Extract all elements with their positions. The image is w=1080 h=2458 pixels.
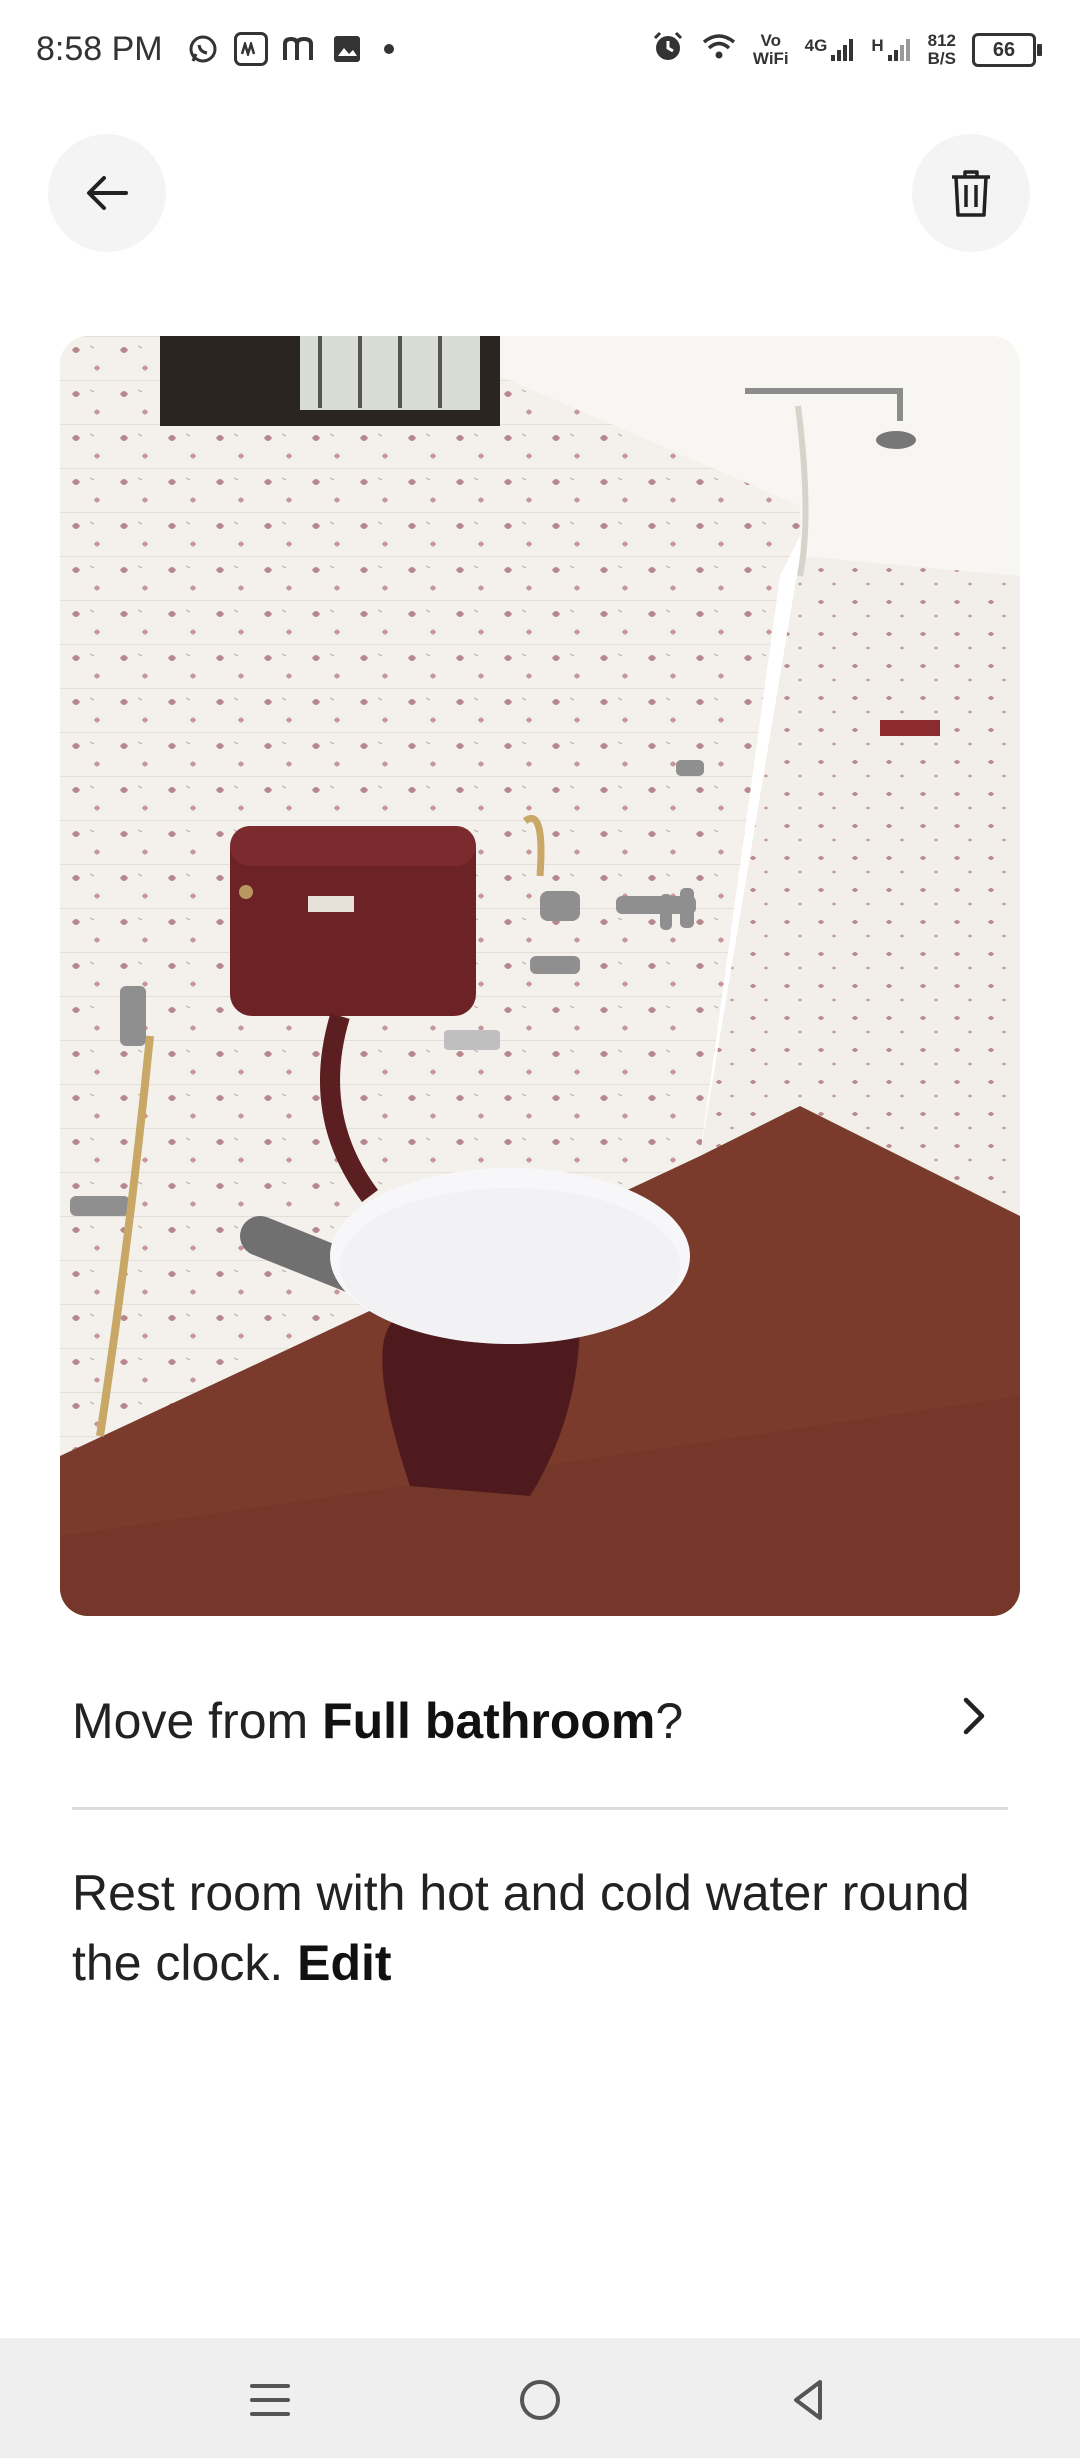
m-icon — [282, 32, 316, 66]
bathroom-image — [60, 336, 1020, 1616]
h-label: H — [871, 35, 884, 55]
signal-bars-icon — [831, 38, 854, 61]
home-button[interactable] — [500, 2360, 580, 2440]
vowifi-top: Vo — [760, 30, 782, 50]
status-time: 8:58 PM — [36, 30, 163, 68]
move-room-text: Move from Full bathroom? — [72, 1692, 683, 1750]
signal-bars-icon-2 — [887, 38, 910, 61]
photo-caption: Rest room with hot and cold water round … — [72, 1858, 1008, 1998]
trash-icon — [952, 170, 990, 217]
status-bar: 8:58 PM Vo WiFi 4G H 812 B/S 66 — [0, 0, 1080, 108]
move-prefix: Move from — [72, 1693, 323, 1749]
network-speed: 812 B/S — [927, 30, 956, 68]
divider — [72, 1807, 1008, 1810]
lte-signal: 4G — [804, 35, 856, 63]
menu-icon — [250, 2384, 290, 2416]
whatsapp-icon — [186, 32, 220, 66]
vowifi-label: Vo WiFi — [752, 30, 789, 68]
current-room: Full bathroom — [322, 1693, 656, 1749]
recent-apps-button[interactable] — [230, 2360, 310, 2440]
wifi-icon — [701, 32, 737, 67]
system-nav-bar — [0, 2338, 1080, 2458]
alarm-icon — [651, 30, 685, 69]
h-signal: H — [871, 35, 911, 63]
move-room-row[interactable]: Move from Full bathroom? — [72, 1682, 1008, 1762]
edit-link[interactable]: Edit — [297, 1935, 391, 1991]
move-suffix: ? — [655, 1693, 684, 1749]
lte-label: 4G — [804, 35, 828, 55]
delete-button[interactable] — [912, 134, 1030, 252]
speed-value: 812 — [927, 30, 956, 50]
back-triangle-icon — [794, 2380, 822, 2420]
room-photo — [60, 336, 1020, 1616]
speed-unit: B/S — [927, 48, 956, 68]
back-button[interactable] — [48, 134, 166, 252]
paytm-icon — [234, 32, 268, 66]
caption-text: Rest room with hot and cold water round … — [72, 1865, 970, 1991]
arrow-left-icon — [87, 176, 128, 210]
system-status: Vo WiFi 4G H 812 B/S 66 — [651, 30, 1042, 69]
dot-icon — [384, 44, 394, 54]
gallery-icon — [330, 32, 364, 66]
chevron-right-icon — [963, 1697, 985, 1735]
system-back-button[interactable] — [768, 2360, 848, 2440]
notification-icons — [186, 32, 394, 66]
vowifi-bottom: WiFi — [752, 48, 789, 68]
battery-icon: 66 — [972, 32, 1042, 67]
home-circle-icon — [520, 2380, 560, 2420]
